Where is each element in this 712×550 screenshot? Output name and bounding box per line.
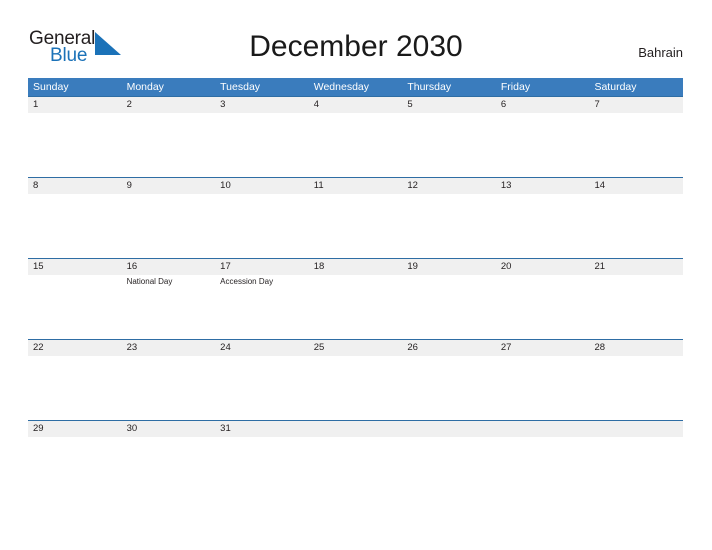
day-number: 17 <box>220 261 231 272</box>
day-number: 13 <box>500 180 512 191</box>
day-cell[interactable]: 2 <box>122 96 216 177</box>
day-number: 21 <box>594 261 606 272</box>
day-cell[interactable]: 18 <box>309 258 403 339</box>
day-number: 18 <box>313 261 325 272</box>
day-cell[interactable]: 26 <box>402 339 496 420</box>
page-title: December 2030 <box>249 30 463 63</box>
day-cell[interactable]: 6 <box>496 96 590 177</box>
day-cell[interactable]: 29 <box>28 420 122 501</box>
day-cell[interactable]: 25 <box>309 339 403 420</box>
day-event-label: National Day <box>126 277 173 286</box>
day-number: 12 <box>407 180 418 191</box>
day-number: 25 <box>313 342 325 353</box>
day-cell[interactable]: 1 <box>28 96 122 177</box>
day-cell[interactable]: 4 <box>309 96 403 177</box>
day-cell[interactable]: 28 <box>589 339 683 420</box>
day-number: 2 <box>126 99 132 110</box>
day-cell[interactable]: 12 <box>402 177 496 258</box>
day-number: 23 <box>126 342 138 353</box>
weekday-header-tuesday: Tuesday <box>220 81 261 93</box>
day-number: 15 <box>33 261 44 272</box>
week-row: 1 2 3 4 5 6 7 <box>28 96 683 177</box>
day-cell[interactable]: 20 <box>496 258 590 339</box>
calendar-table: Sunday Monday Tuesday Wednesday Thursday… <box>28 78 683 501</box>
day-cell[interactable]: 21 <box>589 258 683 339</box>
weekday-header-wednesday: Wednesday <box>313 81 369 93</box>
week-day-cells: 22 23 24 25 26 27 28 <box>28 339 683 420</box>
location-label: Bahrain <box>638 45 683 60</box>
week-row: 8 9 10 11 12 13 14 <box>28 177 683 258</box>
day-number: 24 <box>220 342 231 353</box>
day-cell[interactable]: 30 <box>122 420 216 501</box>
day-cell[interactable]: 24 <box>215 339 309 420</box>
day-number: 20 <box>500 261 512 272</box>
week-day-cells: 15 16 National Day 17 Accession Day 18 1… <box>28 258 683 339</box>
day-number: 16 <box>126 261 138 272</box>
day-cell[interactable]: 5 <box>402 96 496 177</box>
day-number: 26 <box>407 342 418 353</box>
day-number: 14 <box>594 180 606 191</box>
day-cell[interactable]: 7 <box>589 96 683 177</box>
weekday-header-row: Sunday Monday Tuesday Wednesday Thursday… <box>28 78 683 96</box>
day-cell[interactable]: 9 <box>122 177 216 258</box>
day-number: 28 <box>594 342 606 353</box>
day-cell[interactable]: 27 <box>496 339 590 420</box>
day-cell[interactable]: 11 <box>309 177 403 258</box>
day-cell[interactable]: 14 <box>589 177 683 258</box>
day-cell[interactable] <box>309 420 403 501</box>
day-cell[interactable]: 17 Accession Day <box>215 258 309 339</box>
week-row: 29 30 31 <box>28 420 683 501</box>
day-cell[interactable]: 8 <box>28 177 122 258</box>
weekday-header-saturday: Saturday <box>594 81 637 93</box>
day-cell[interactable]: 3 <box>215 96 309 177</box>
day-cell[interactable]: 23 <box>122 339 216 420</box>
day-cell[interactable]: 15 <box>28 258 122 339</box>
day-number: 1 <box>33 99 39 110</box>
calendar-page: General Blue December 2030 Bahrain Sunda… <box>0 0 712 550</box>
week-day-cells: 29 30 31 <box>28 420 683 501</box>
day-number: 22 <box>33 342 44 353</box>
day-number: 19 <box>407 261 418 272</box>
day-number: 3 <box>220 99 226 110</box>
week-row: 22 23 24 25 26 27 28 <box>28 339 683 420</box>
week-row: 15 16 National Day 17 Accession Day 18 1… <box>28 258 683 339</box>
day-event-label: Accession Day <box>220 277 274 286</box>
weekday-header-friday: Friday <box>500 81 531 93</box>
day-cell[interactable] <box>589 420 683 501</box>
day-number: 10 <box>220 180 231 191</box>
day-cell[interactable]: 16 National Day <box>122 258 216 339</box>
day-number: 27 <box>500 342 512 353</box>
day-number: 8 <box>33 180 39 191</box>
day-number: 11 <box>313 180 324 191</box>
day-number: 5 <box>407 99 413 110</box>
day-number: 6 <box>500 99 507 110</box>
day-cell[interactable] <box>402 420 496 501</box>
day-number: 9 <box>126 180 132 191</box>
weekday-header-monday: Monday <box>126 81 164 93</box>
day-number: 30 <box>126 423 138 434</box>
day-cell[interactable]: 13 <box>496 177 590 258</box>
weekday-header-sunday: Sunday <box>33 81 69 93</box>
weekday-header-thursday: Thursday <box>407 81 452 93</box>
day-cell[interactable]: 22 <box>28 339 122 420</box>
page-header: General Blue December 2030 Bahrain <box>0 0 712 76</box>
day-cell[interactable] <box>496 420 590 501</box>
week-day-cells: 1 2 3 4 5 6 7 <box>28 96 683 177</box>
day-cell[interactable]: 19 <box>402 258 496 339</box>
day-number: 7 <box>594 99 600 110</box>
day-number: 31 <box>220 423 231 434</box>
day-cell[interactable]: 10 <box>215 177 309 258</box>
day-cell[interactable]: 31 <box>215 420 309 501</box>
day-number: 4 <box>313 99 320 110</box>
week-day-cells: 8 9 10 11 12 13 14 <box>28 177 683 258</box>
day-number: 29 <box>33 423 44 434</box>
